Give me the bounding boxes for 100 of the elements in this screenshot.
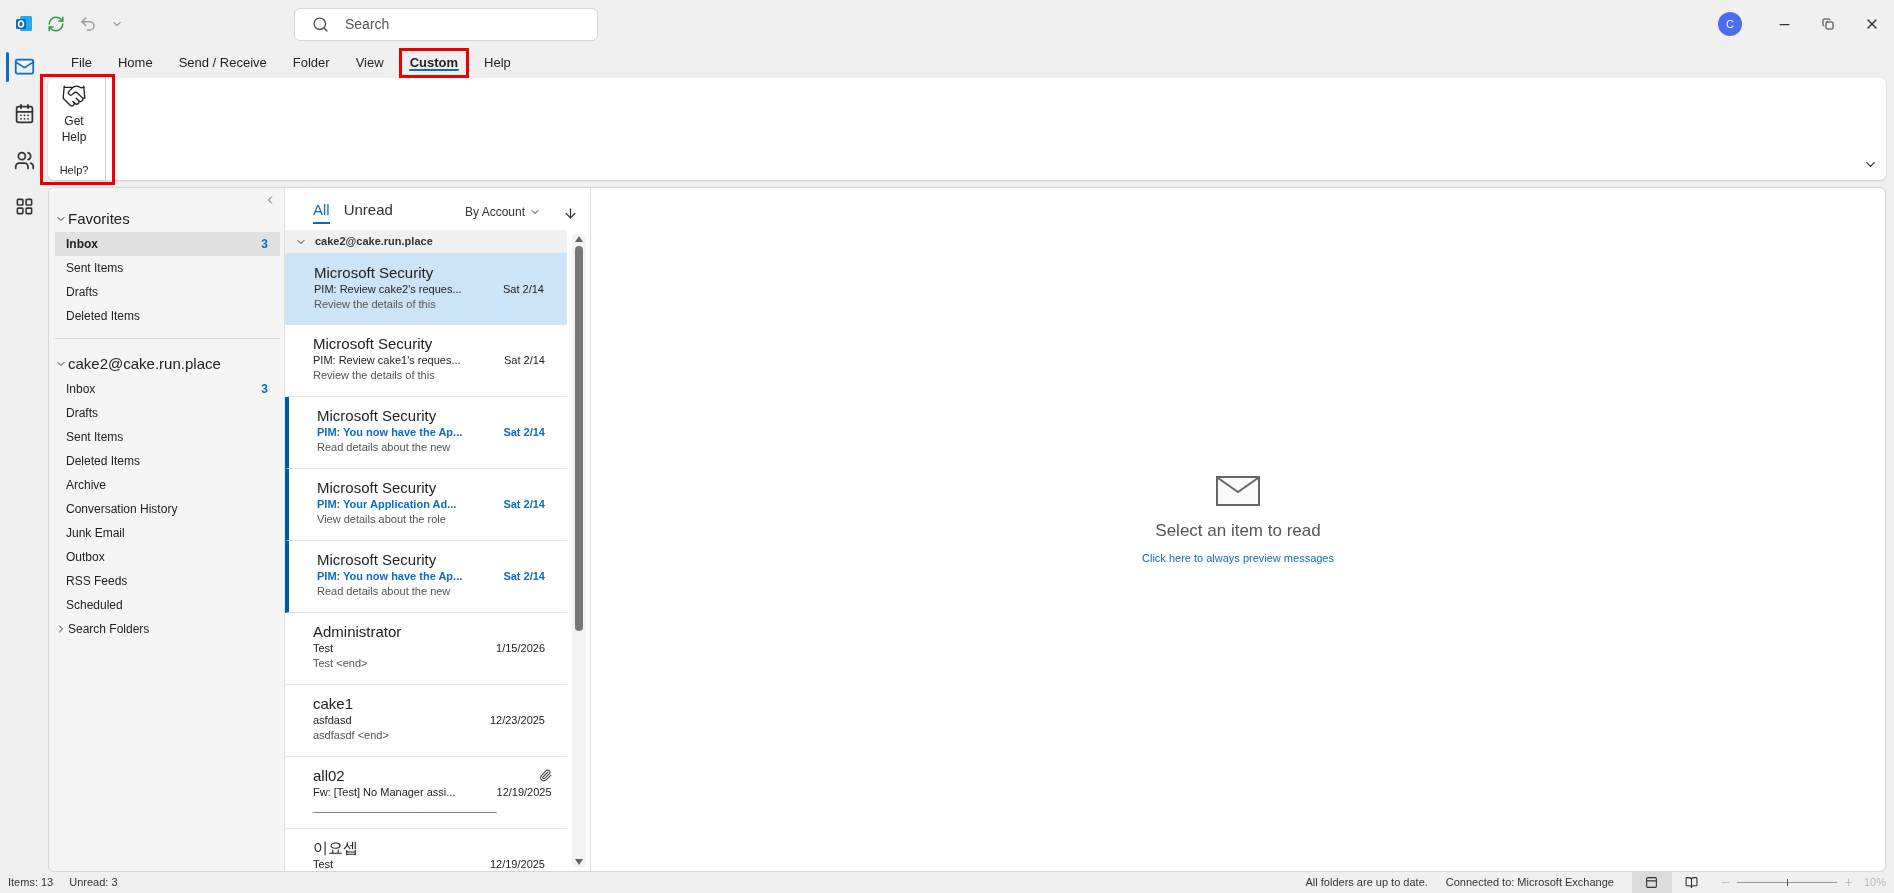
apps-icon[interactable]	[14, 197, 34, 216]
message-sender: Microsoft Security	[317, 406, 438, 425]
unread-count: 3	[261, 236, 268, 253]
message-sender: Microsoft Security	[313, 334, 434, 353]
get-help-button[interactable]: Get Help	[49, 77, 99, 145]
folder-item[interactable]: Sent Items	[55, 425, 280, 449]
message-sender: Microsoft Security	[317, 550, 438, 569]
folder-item[interactable]: Junk Email	[55, 521, 280, 545]
folder-item[interactable]: Deleted Items	[55, 449, 280, 473]
mail-icon[interactable]	[13, 56, 35, 77]
message-subject: PIM: Your Application Ad...	[317, 497, 458, 512]
people-icon[interactable]	[13, 150, 35, 171]
message-item[interactable]: Microsoft Security PIM: You now have the Ap... Read details about the new Sat 2/14	[285, 397, 567, 469]
message-subject: PIM: You now have the Ap...	[317, 425, 464, 440]
folder-item[interactable]: Deleted Items	[55, 304, 280, 328]
message-date: 12/19/2025	[496, 785, 552, 800]
message-date: 12/19/2025	[489, 857, 545, 871]
ribbon-tab[interactable]: Folder	[281, 48, 341, 78]
ribbon-tab[interactable]: Custom	[398, 48, 469, 78]
normal-view-button[interactable]	[1631, 872, 1672, 893]
sort-direction-icon[interactable]	[563, 206, 578, 221]
message-date: Sat 2/14	[503, 425, 545, 440]
search-field[interactable]: Search	[294, 7, 598, 41]
paperclip-icon	[538, 769, 552, 782]
message-date: Sat 2/14	[503, 497, 545, 512]
undo-icon[interactable]	[79, 15, 97, 33]
message-item[interactable]: all02 Fw: [Test] No Manager assi... ______________________________ 12/19/2025	[285, 757, 567, 829]
filter-tab[interactable]: Unread	[343, 198, 393, 224]
folder-item[interactable]: Drafts	[55, 401, 280, 425]
message-item[interactable]: Microsoft Security PIM: You now have the Ap... Read details about the new Sat 2/14	[285, 541, 567, 613]
ribbon-tab[interactable]: Help	[473, 48, 522, 78]
message-subject: PIM: Review cake1's reques...	[313, 353, 462, 368]
app-logo-icon[interactable]	[15, 15, 33, 33]
group-label: Help?	[59, 162, 89, 178]
message-preview: Review the details of this	[314, 297, 437, 312]
folder-item[interactable]: Scheduled	[55, 593, 280, 617]
message-date: Sat 2/14	[503, 282, 544, 297]
message-preview: asdfasdf <end>	[313, 728, 390, 743]
message-date: Sat 2/14	[503, 569, 545, 584]
message-item[interactable]: Microsoft Security PIM: Review cake1's reques... Review the details of this Sat 2/14	[285, 325, 567, 397]
folder-item[interactable]: RSS Feeds	[55, 569, 280, 593]
message-subject: PIM: You now have the Ap...	[317, 569, 464, 584]
message-preview: Test <end>	[313, 656, 369, 671]
message-date: 1/15/2026	[496, 641, 545, 656]
message-preview: Review the details of this	[313, 368, 436, 383]
folder-item[interactable]: Outbox	[55, 545, 280, 569]
sync-icon[interactable]	[47, 15, 65, 33]
folder-item[interactable]: Archive	[55, 473, 280, 497]
folder-section-header[interactable]: Search Folders	[55, 617, 280, 641]
message-item[interactable]: Administrator Test Test <end> 1/15/2026	[285, 613, 567, 685]
message-sender: Microsoft Security	[317, 478, 438, 497]
message-date: 12/23/2025	[489, 713, 545, 728]
message-item[interactable]: Microsoft Security PIM: Your Application Ad... View details about the role Sat 2/14	[285, 469, 567, 541]
preview-link[interactable]: Click here to always preview messages	[1142, 549, 1334, 566]
connection-status: Connected to: Microsoft Exchange	[1445, 875, 1614, 891]
ribbon-tab[interactable]: File	[60, 48, 103, 78]
folder-item[interactable]: Inbox 3	[55, 232, 280, 256]
folder-section-header[interactable]: cake2@cake.run.place	[55, 351, 280, 377]
ribbon-tab[interactable]: Home	[106, 48, 164, 78]
layout-icon	[1645, 876, 1659, 889]
calendar-icon[interactable]	[13, 103, 35, 124]
folder-item[interactable]: Inbox 3	[55, 377, 280, 401]
message-subject: Test	[313, 857, 335, 871]
item-count: Items: 13	[8, 875, 54, 891]
folder-item[interactable]: Sent Items	[55, 256, 280, 280]
message-preview: View details about the role	[317, 512, 447, 527]
ribbon-tab[interactable]: View	[344, 48, 395, 78]
folder-item[interactable]: Drafts	[55, 280, 280, 304]
book-icon	[1685, 876, 1699, 889]
sort-dropdown[interactable]: By Account	[464, 203, 541, 224]
message-sender: Administrator	[313, 622, 403, 641]
message-preview: Read details about the new	[317, 440, 452, 455]
search-icon	[312, 15, 329, 33]
scroll-up-icon[interactable]	[575, 236, 583, 242]
hands-icon	[61, 83, 87, 109]
message-date: Sat 2/14	[504, 353, 545, 368]
message-subject: PIM: Review cake2's reques...	[314, 282, 463, 297]
message-item[interactable]: 이요셉 Test 12/19/2025	[285, 829, 567, 871]
empty-message: Select an item to read	[1155, 520, 1321, 542]
filter-tab[interactable]: All	[313, 198, 330, 224]
message-subject: Fw: [Test] No Manager assi...	[313, 785, 457, 800]
message-sender: Microsoft Security	[314, 263, 435, 282]
message-item[interactable]: Microsoft Security PIM: Review cake2's reques... Review the details of this Sat 2/14	[285, 253, 567, 325]
folder-section-header[interactable]: Favorites	[55, 206, 280, 232]
folder-item[interactable]: Conversation History	[55, 497, 280, 521]
envelope-icon	[1216, 476, 1260, 506]
message-preview: Read details about the new	[317, 584, 452, 599]
restore-icon[interactable]	[1822, 18, 1834, 30]
message-sender: 이요셉	[313, 838, 359, 857]
message-item[interactable]: cake1 asfdasd asdfasdf <end> 12/23/2025	[285, 685, 567, 757]
message-subject: Test	[313, 641, 335, 656]
unread-count: 3	[261, 381, 268, 398]
ribbon-tab[interactable]: Send / Receive	[167, 48, 278, 78]
group-header[interactable]: cake2@cake.run.place	[285, 230, 567, 253]
avatar[interactable]: C	[1718, 12, 1742, 36]
scrollbar[interactable]	[572, 234, 586, 867]
scroll-down-icon[interactable]	[575, 859, 583, 865]
message-subject: asfdasd	[313, 713, 353, 728]
sync-status: All folders are up to date.	[1305, 875, 1428, 891]
zoom-slider[interactable]	[1736, 877, 1837, 888]
